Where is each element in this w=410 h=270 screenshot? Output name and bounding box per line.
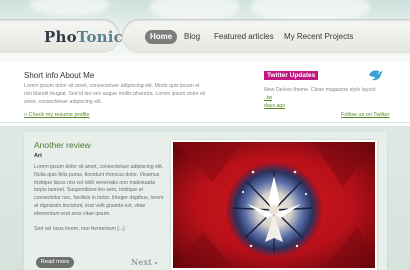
sky-cloud — [30, 0, 110, 16]
nav-item-featured-articles[interactable]: Featured articles — [214, 29, 274, 45]
site-logo[interactable]: PhoTonic — [44, 28, 123, 46]
logo-accent-text: Tonic — [76, 28, 123, 46]
category-label: Art — [34, 153, 42, 159]
review-image[interactable] — [171, 140, 377, 270]
twitter-updates-badge: Twitter Updates — [264, 71, 319, 80]
resume-link-label: Check my resume profile — [28, 112, 90, 118]
tweet-body: New Deluxe theme. Clean magazine style l… — [264, 87, 376, 93]
read-more-button[interactable]: Read more — [36, 257, 74, 268]
tweet-link[interactable]: ..tw — [264, 95, 272, 101]
follow-twitter-link[interactable]: Follow us on Twitter — [341, 112, 390, 118]
resume-link[interactable]: » Check my resume profile — [24, 112, 89, 118]
intro-heading: Short info About Me — [24, 71, 95, 80]
review-paragraph: Lorem ipsum dolor sit amet, consectetuer… — [34, 164, 164, 217]
section-divider — [0, 122, 410, 123]
flower-image — [173, 142, 375, 268]
next-link[interactable]: Next ▾ — [131, 257, 158, 267]
twitter-bird-icon — [369, 70, 383, 81]
nav-item-recent-projects[interactable]: My Recent Projects — [284, 29, 353, 45]
review-title[interactable]: Another review — [34, 140, 91, 150]
tweet-time-link[interactable]: days ago — [264, 103, 285, 109]
nav-item-blog[interactable]: Blog — [184, 29, 200, 45]
chevron-down-icon: ▾ — [154, 260, 158, 267]
review-body: Lorem ipsum dolor sit amet, consectetuer… — [34, 164, 166, 234]
intro-text: Lorem ipsum dolor sit amet, consectetuer… — [24, 83, 206, 105]
nav-item-home[interactable]: Home — [145, 30, 178, 44]
review-excerpt: Sed vel risus lorem, non fermentum [...] — [34, 226, 125, 233]
twitter-update-text: New Deluxe theme. Clean magazine style l… — [264, 86, 384, 110]
next-label: Next — [131, 257, 152, 267]
logo-text: Pho — [44, 28, 77, 46]
